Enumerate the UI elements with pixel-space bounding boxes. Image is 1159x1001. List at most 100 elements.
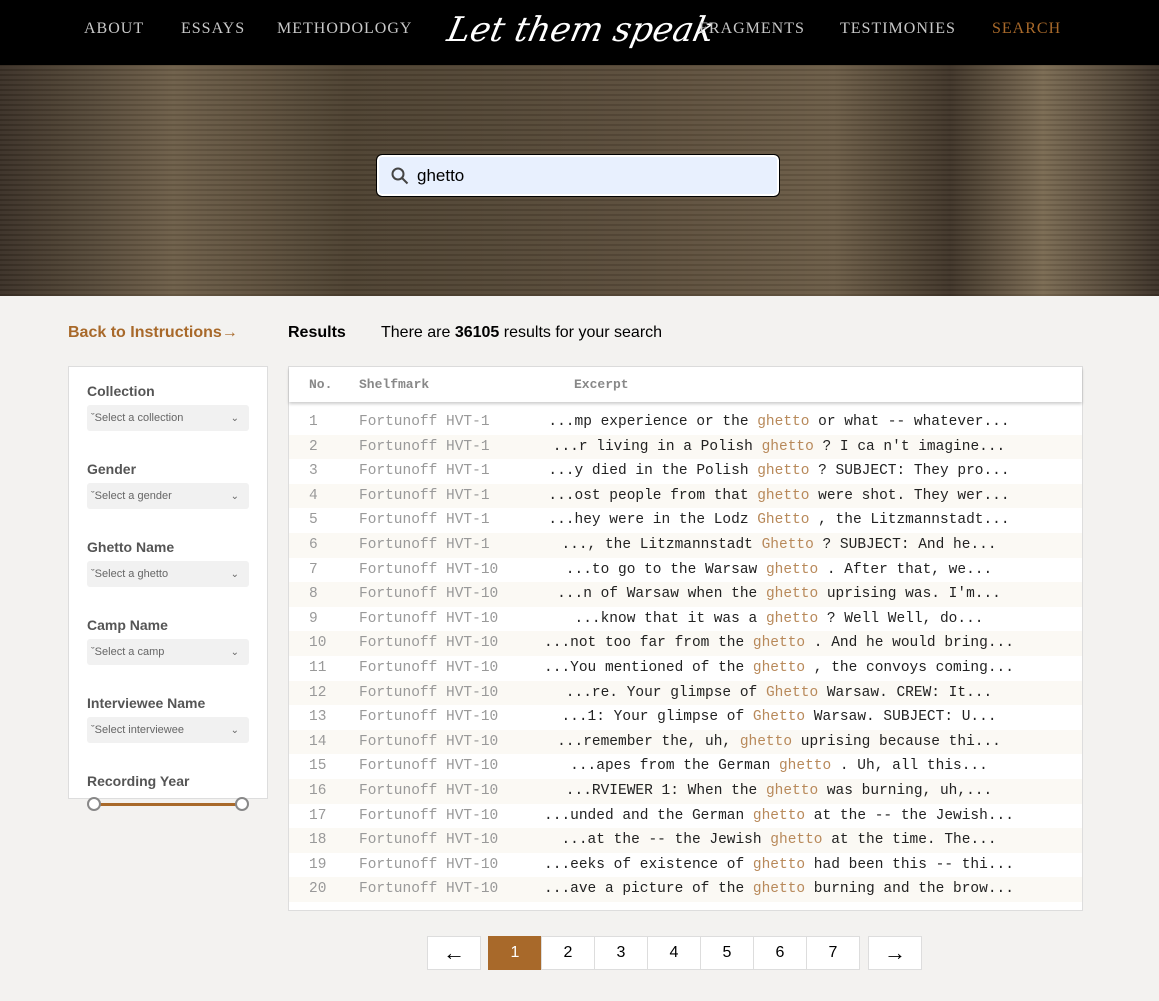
nav-about[interactable]: ABOUT: [84, 20, 144, 38]
next-page-button[interactable]: →: [868, 936, 922, 970]
nav-methodology[interactable]: METHODOLOGY: [277, 20, 412, 38]
row-shelfmark: Fortunoff HVT-10: [359, 733, 499, 750]
table-row[interactable]: 13 Fortunoff HVT-10 ...1: Your glimpse of …: [289, 705, 1082, 730]
table-row[interactable]: 18 Fortunoff HVT-10 ...at the -- the Jewis…: [289, 828, 1082, 853]
filter-label: Recording Year: [87, 773, 190, 789]
filter-label: Ghetto Name: [87, 539, 175, 555]
row-excerpt: ...eeks of existence of ghetto had been …: [544, 856, 1014, 873]
table-row[interactable]: 15 Fortunoff HVT-10 ...apes from the Germa…: [289, 754, 1082, 779]
row-shelfmark: Fortunoff HVT-10: [359, 659, 499, 676]
filter-select[interactable]: ˇSelect a camp ⌄: [87, 639, 249, 665]
row-shelfmark: Fortunoff HVT-10: [359, 881, 499, 898]
page-button[interactable]: 3: [594, 936, 648, 970]
table-row[interactable]: 6 Fortunoff HVT-1 ..., the Litzmannstadt G…: [289, 532, 1082, 558]
filter-label: Interviewee Name: [87, 695, 206, 711]
chevron-down-icon: ⌄: [230, 724, 239, 736]
search-input[interactable]: [417, 165, 757, 186]
row-number: 4: [309, 487, 318, 504]
page-button[interactable]: 6: [753, 936, 807, 970]
table-row[interactable]: 12 Fortunoff HVT-10 ...re. Your glimpse of…: [289, 680, 1082, 706]
col-excerpt: Excerpt: [574, 377, 629, 392]
table-row[interactable]: 10 Fortunoff HVT-10 ...not too far from th…: [289, 631, 1082, 656]
row-excerpt: ...ost people from that ghetto were shot…: [548, 487, 1010, 504]
table-row[interactable]: 14 Fortunoff HVT-10 ...remember the, uh, g…: [289, 729, 1082, 755]
recording-year-slider[interactable]: [87, 797, 249, 811]
page-button[interactable]: 7: [806, 936, 860, 970]
row-number: 2: [309, 438, 318, 455]
table-row[interactable]: 2 Fortunoff HVT-1 ...r living in a Polish …: [289, 434, 1082, 460]
row-excerpt: ...apes from the German ghetto . Uh, all…: [570, 758, 988, 775]
row-shelfmark: Fortunoff HVT-1: [359, 463, 490, 480]
row-number: 7: [309, 561, 318, 578]
nav-fragments[interactable]: FRAGMENTS: [699, 20, 805, 38]
nav-testimonies[interactable]: TESTIMONIES: [840, 20, 956, 38]
nav-essays[interactable]: ESSAYS: [181, 20, 245, 38]
page-button[interactable]: 2: [541, 936, 595, 970]
row-number: 18: [309, 832, 327, 849]
filter-label: Gender: [87, 461, 137, 477]
filter-select[interactable]: ˇSelect a ghetto ⌄: [87, 561, 249, 587]
table-row[interactable]: 9 Fortunoff HVT-10 ...know that it was a g…: [289, 607, 1082, 632]
table-row[interactable]: 16 Fortunoff HVT-10 ...RVIEWER 1: When the…: [289, 778, 1082, 804]
table-row[interactable]: 3 Fortunoff HVT-1 ...y died in the Polish …: [289, 459, 1082, 484]
page-button[interactable]: 5: [700, 936, 754, 970]
table-row[interactable]: 5 Fortunoff HVT-1 ...hey were in the Lodz …: [289, 508, 1082, 533]
row-number: 6: [309, 536, 318, 553]
table-row[interactable]: 20 Fortunoff HVT-10 ...ave a picture of th…: [289, 877, 1082, 902]
row-number: 15: [309, 758, 327, 775]
keyword-highlight: ghetto: [765, 561, 819, 578]
table-row[interactable]: 19 Fortunoff HVT-10 ...eeks of existence o…: [289, 853, 1082, 878]
slider-track: [94, 803, 242, 806]
row-shelfmark: Fortunoff HVT-1: [359, 512, 490, 529]
logo[interactable]: Let them speak: [444, 10, 719, 50]
row-excerpt: ...re. Your glimpse of Ghetto Warsaw. CR…: [565, 684, 993, 701]
filter-select[interactable]: ˇSelect a gender ⌄: [87, 483, 249, 509]
row-number: 3: [309, 463, 318, 480]
row-shelfmark: Fortunoff HVT-10: [359, 807, 499, 824]
table-row[interactable]: 17 Fortunoff HVT-10 ...unded and the Germa…: [289, 804, 1082, 829]
keyword-highlight: Ghetto: [761, 536, 814, 553]
keyword-highlight: Ghetto: [765, 684, 819, 701]
table-row[interactable]: 1 Fortunoff HVT-1 ...mp experience or the …: [289, 410, 1082, 435]
keyword-highlight: ghetto: [752, 807, 806, 824]
row-number: 1: [309, 414, 318, 430]
row-shelfmark: Fortunoff HVT-1: [359, 487, 490, 504]
col-shelfmark: Shelfmark: [359, 377, 430, 392]
slider-handle-min[interactable]: [87, 797, 101, 811]
page-button[interactable]: 1: [488, 936, 542, 970]
nav-search[interactable]: SEARCH: [992, 20, 1061, 38]
keyword-highlight: ghetto: [757, 487, 810, 504]
keyword-highlight: ghetto: [765, 782, 819, 799]
table-row[interactable]: 11 Fortunoff HVT-10 ...You mentioned of th…: [289, 656, 1082, 681]
keyword-highlight: ghetto: [761, 438, 814, 455]
filter-select[interactable]: ˇSelect interviewee ⌄: [87, 717, 249, 743]
row-number: 11: [309, 659, 327, 676]
keyword-highlight: ghetto: [757, 463, 810, 480]
row-shelfmark: Fortunoff HVT-1: [359, 438, 490, 455]
row-number: 5: [309, 512, 318, 529]
row-shelfmark: Fortunoff HVT-10: [359, 586, 499, 603]
row-excerpt: ...1: Your glimpse of Ghetto Warsaw. SUB…: [561, 709, 997, 726]
search-box[interactable]: [376, 154, 780, 197]
row-excerpt: ...remember the, uh, ghetto uprising bec…: [557, 733, 1001, 750]
prev-page-button[interactable]: ←: [427, 936, 481, 970]
slider-handle-max[interactable]: [235, 797, 249, 811]
keyword-highlight: ghetto: [752, 659, 806, 676]
keyword-highlight: ghetto: [765, 586, 819, 603]
row-number: 12: [309, 684, 327, 701]
table-header: No. Shelfmark Excerpt: [289, 367, 1082, 402]
filter-select[interactable]: ˇSelect a collection ⌄: [87, 405, 249, 431]
table-row[interactable]: 8 Fortunoff HVT-10 ...n of Warsaw when the…: [289, 582, 1082, 607]
row-excerpt: ...to go to the Warsaw ghetto . After th…: [565, 561, 993, 578]
row-excerpt: ...n of Warsaw when the ghetto uprising …: [557, 586, 1001, 603]
row-excerpt: ...mp experience or the ghetto or what -…: [548, 414, 1010, 430]
table-row[interactable]: 7 Fortunoff HVT-10 ...to go to the Warsaw …: [289, 558, 1082, 583]
back-to-instructions-link[interactable]: Back to Instructions→: [68, 324, 238, 342]
page-button[interactable]: 4: [647, 936, 701, 970]
top-nav: ABOUT ESSAYS METHODOLOGY Let them speak …: [0, 0, 1159, 65]
row-number: 19: [309, 856, 327, 873]
row-number: 13: [309, 709, 327, 726]
table-row[interactable]: 4 Fortunoff HVT-1 ...ost people from that …: [289, 483, 1082, 509]
filter-placeholder: ˇSelect a collection: [91, 412, 184, 424]
results-title: Results: [288, 324, 346, 341]
